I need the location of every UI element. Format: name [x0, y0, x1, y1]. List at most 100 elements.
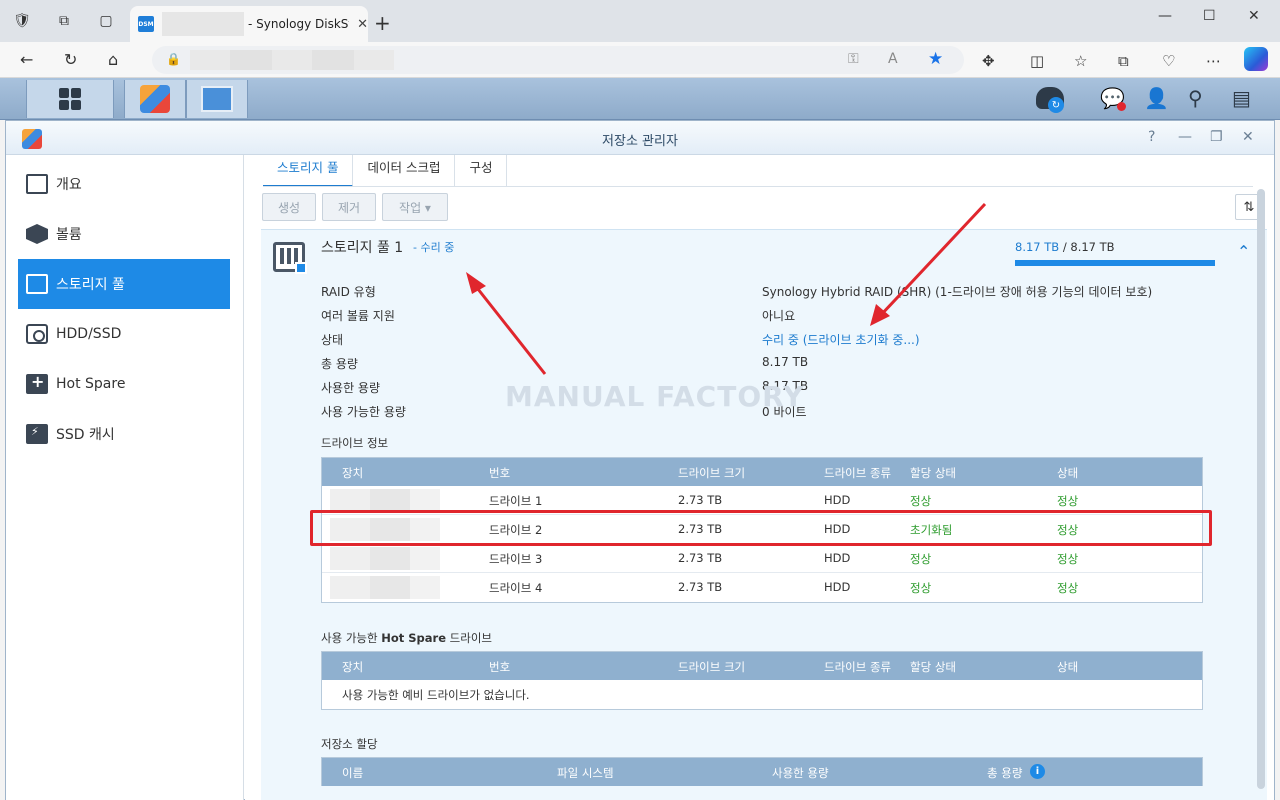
close-button[interactable]: ✕ [1242, 129, 1254, 145]
tab-title: - Synology DiskStation [248, 17, 349, 31]
new-tab-button[interactable]: + [374, 11, 391, 35]
blurred-url [190, 50, 394, 70]
multi-volume-value: 아니요 [762, 309, 796, 323]
key-icon[interactable]: ⚿ [848, 51, 859, 67]
copilot-icon[interactable] [1244, 47, 1268, 71]
main-menu-icon [59, 88, 81, 110]
column-header[interactable]: 이름 [342, 765, 363, 781]
minimize-button[interactable]: — [1178, 129, 1192, 145]
close-window-button[interactable]: ✕ [1248, 8, 1260, 24]
window-title-bar[interactable]: 저장소 관리자 ? — ❐ ✕ [6, 121, 1274, 155]
minimize-window-button[interactable]: — [1158, 8, 1172, 24]
maximize-window-button[interactable]: ☐ [1203, 8, 1216, 24]
collections-icon[interactable]: ⧉ [1118, 52, 1129, 70]
column-header[interactable]: 드라이브 크기 [678, 659, 745, 675]
sidebar-item-hot-spare[interactable]: Hot Spare [18, 359, 230, 409]
drive-size: 2.73 TB [678, 493, 723, 507]
column-header[interactable]: 총 용량 [987, 765, 1022, 781]
workspaces-icon[interactable]: ⧉ [54, 11, 74, 31]
table-row[interactable]: 드라이브 4 2.73 TB HDD 정상 정상 [322, 573, 1202, 602]
sidebar-item-ssd-cache[interactable]: SSD 캐시 [18, 409, 230, 459]
used-capacity-label: 사용한 용량 [321, 381, 381, 395]
dsm-favicon-icon: DSM [138, 16, 154, 32]
sidebar-item-hdd-ssd[interactable]: HDD/SSD [18, 309, 230, 359]
package-taskbar-button[interactable] [186, 80, 248, 118]
tab-storage-pool[interactable]: 스토리지 풀 [263, 155, 354, 187]
back-icon[interactable]: ← [20, 50, 33, 69]
scrollbar[interactable] [1257, 189, 1265, 789]
close-tab-icon[interactable]: ✕ [357, 17, 368, 32]
hot-spare-title-bold: Hot Spare [381, 631, 446, 645]
column-header[interactable]: 장치 [342, 659, 363, 675]
column-header[interactable]: 번호 [489, 659, 510, 675]
drive-status: 정상 [1057, 552, 1079, 566]
split-screen-icon[interactable]: ◫ [1030, 52, 1044, 70]
empty-message: 사용 가능한 예비 드라이브가 없습니다. [342, 688, 530, 702]
reload-icon[interactable]: ↻ [64, 50, 77, 69]
multi-volume-label: 여러 볼륨 지원 [321, 309, 395, 323]
drive-size: 2.73 TB [678, 551, 723, 565]
column-header[interactable]: 상태 [1057, 659, 1078, 675]
sidebar-item-volume[interactable]: 볼륨 [18, 209, 230, 259]
favorite-star-icon[interactable]: ★ [928, 49, 943, 69]
table-row[interactable]: 드라이브 3 2.73 TB HDD 정상 정상 [322, 544, 1202, 573]
total-capacity-value: 8.17 TB [762, 355, 809, 369]
column-header[interactable]: 파일 시스템 [557, 765, 614, 781]
column-header[interactable]: 사용한 용량 [772, 765, 829, 781]
column-header[interactable]: 할당 상태 [910, 465, 956, 481]
tab-actions-icon[interactable]: ▢ [96, 11, 116, 31]
storage-manager-taskbar-button[interactable] [124, 80, 186, 118]
blurred-device [330, 576, 440, 599]
status-value-link[interactable]: 수리 중 (드라이브 초기화 중...) [762, 331, 920, 348]
column-header[interactable]: 드라이브 크기 [678, 465, 745, 481]
browser-essentials-icon[interactable]: ♡ [1162, 52, 1175, 70]
widgets-icon[interactable]: ▤ [1232, 86, 1251, 110]
hot-spare-icon [26, 372, 48, 394]
user-icon[interactable]: 👤 [1144, 86, 1169, 110]
pool-status: - 수리 중 [413, 241, 455, 254]
browser-tab[interactable]: DSM - Synology DiskStation ✕ [130, 6, 368, 42]
info-icon[interactable]: i [1030, 764, 1045, 779]
favorites-icon[interactable]: ☆ [1074, 52, 1087, 70]
restore-button[interactable]: ❐ [1210, 129, 1223, 145]
search-icon[interactable]: ⚲ [1188, 86, 1203, 110]
collapse-chevron-icon[interactable]: ⌃ [1237, 242, 1250, 261]
remove-button[interactable]: 제거 [322, 193, 376, 221]
read-aloud-icon[interactable]: A [888, 51, 898, 67]
capacity-text: 8.17 TB / 8.17 TB [1015, 240, 1115, 254]
tab-settings[interactable]: 구성 [455, 155, 508, 187]
shield-icon[interactable]: 🛡 [12, 11, 32, 31]
more-options-icon[interactable]: ⋯ [1206, 52, 1221, 70]
storage-manager-window: 저장소 관리자 ? — ❐ ✕ 개요 볼륨 스토리지 풀 HDD/SSD Hot… [5, 120, 1275, 800]
column-header[interactable]: 상태 [1057, 465, 1078, 481]
home-icon[interactable]: ⌂ [108, 50, 118, 69]
column-header[interactable]: 드라이브 종류 [824, 465, 891, 481]
main-menu-button[interactable] [26, 80, 114, 118]
alloc-status: 정상 [910, 581, 932, 595]
column-header[interactable]: 번호 [489, 465, 510, 481]
help-button[interactable]: ? [1148, 129, 1155, 145]
main-content: 스토리지 풀 데이터 스크럽 구성 생성 제거 작업 ▾ ⇅ 스토리지 풀 1 … [245, 155, 1274, 800]
hot-spare-table: 장치 번호 드라이브 크기 드라이브 종류 할당 상태 상태 사용 가능한 예비… [321, 651, 1203, 710]
sidebar-item-overview[interactable]: 개요 [18, 159, 230, 209]
allocation-table: 이름 파일 시스템 사용한 용량 총 용량 i [321, 757, 1203, 786]
column-header[interactable]: 장치 [342, 465, 363, 481]
column-header[interactable]: 할당 상태 [910, 659, 956, 675]
overview-icon [26, 174, 48, 194]
volume-icon [26, 224, 48, 244]
drive-type: HDD [824, 580, 851, 594]
drive-info-header: 장치 번호 드라이브 크기 드라이브 종류 할당 상태 상태 [322, 458, 1202, 486]
column-header[interactable]: 드라이브 종류 [824, 659, 891, 675]
raid-type-label: RAID 유형 [321, 285, 376, 299]
drive-info-title: 드라이브 정보 [321, 436, 389, 450]
blurred-hostname [162, 12, 244, 36]
extensions-icon[interactable]: ✥ [982, 52, 995, 70]
lock-icon[interactable]: 🔒 [166, 52, 181, 66]
action-dropdown[interactable]: 작업 ▾ [382, 193, 448, 221]
address-bar[interactable]: 🔒 ⚿ A ★ [152, 46, 964, 74]
address-toolbar: ← ↻ ⌂ 🔒 ⚿ A ★ ✥ ◫ ☆ ⧉ ♡ ⋯ [0, 42, 1280, 78]
ssd-cache-icon [26, 424, 48, 444]
tab-data-scrub[interactable]: 데이터 스크럽 [353, 155, 456, 187]
sidebar-item-storage-pool[interactable]: 스토리지 풀 [18, 259, 230, 309]
create-button[interactable]: 생성 [262, 193, 316, 221]
